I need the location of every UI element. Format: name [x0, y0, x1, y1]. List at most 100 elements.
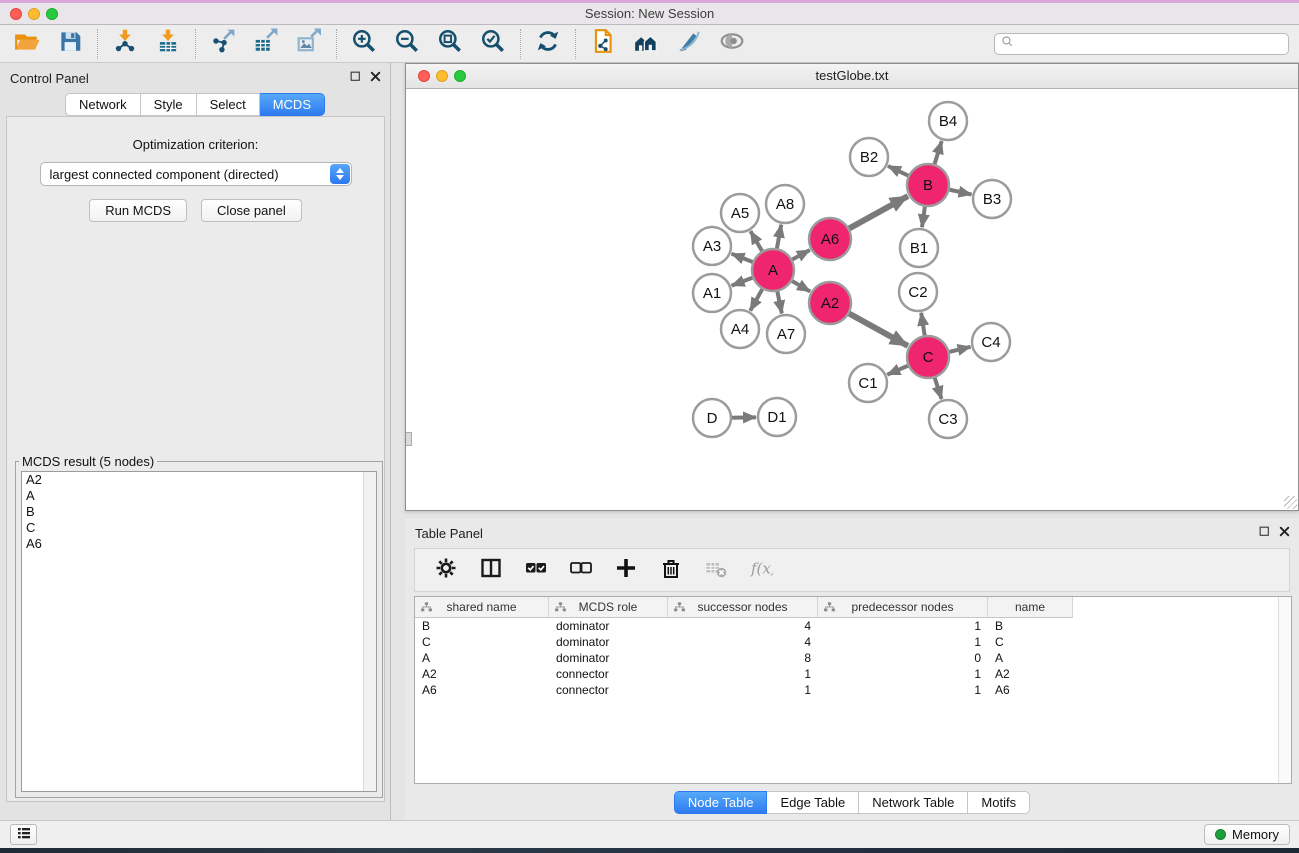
network-view-canvas[interactable]: B4B2BB3A5A8A6A3B1AA1C2A2A4A7C4CC1C3DD1	[406, 89, 1298, 510]
cell-MCDS-role[interactable]: dominator	[549, 619, 668, 633]
table-options-gear-button[interactable]	[433, 557, 459, 583]
graph-node-C1[interactable]: C1	[849, 364, 887, 402]
tab-network[interactable]: Network	[65, 93, 141, 116]
cell-predecessor-nodes[interactable]: 1	[818, 683, 988, 697]
unselect-all-columns-button[interactable]	[568, 557, 594, 583]
column-header-shared-name[interactable]: shared name	[415, 597, 549, 618]
graph-node-B4[interactable]: B4	[929, 102, 967, 140]
graph-node-A3[interactable]: A3	[693, 227, 731, 265]
task-history-button[interactable]	[10, 824, 37, 845]
column-header-predecessor-nodes[interactable]: predecessor nodes	[818, 597, 988, 618]
network-graph[interactable]: B4B2BB3A5A8A6A3B1AA1C2A2A4A7C4CC1C3DD1	[406, 89, 1298, 510]
graph-node-D[interactable]: D	[693, 399, 731, 437]
zoom-selected-button[interactable]	[479, 30, 507, 58]
cell-MCDS-role[interactable]: connector	[549, 683, 668, 697]
network-window[interactable]: testGlobe.txt B4B2BB3A5A8A6A3B1AA1C2A2A4…	[405, 63, 1299, 511]
graph-node-C[interactable]: C	[907, 336, 949, 378]
save-session-button[interactable]	[56, 30, 84, 58]
cell-successor-nodes[interactable]: 8	[668, 651, 818, 665]
cell-MCDS-role[interactable]: connector	[549, 667, 668, 681]
table-row[interactable]: Cdominator41C	[415, 634, 1277, 650]
cell-MCDS-role[interactable]: dominator	[549, 651, 668, 665]
cell-shared-name[interactable]: A	[415, 651, 549, 665]
cell-name[interactable]: A6	[988, 683, 1073, 697]
column-header-name[interactable]: name	[988, 597, 1073, 618]
hide-selected-button[interactable]	[675, 30, 703, 58]
export-image-button[interactable]	[295, 30, 323, 58]
mcds-result-item[interactable]: A	[22, 488, 376, 504]
select-all-columns-button[interactable]	[523, 557, 549, 583]
first-neighbors-button[interactable]	[632, 30, 660, 58]
window-edge-handle[interactable]	[406, 432, 412, 446]
import-network-button[interactable]	[111, 30, 139, 58]
table-row[interactable]: Bdominator41B	[415, 618, 1277, 634]
tab-mcds[interactable]: MCDS	[260, 93, 325, 116]
cell-shared-name[interactable]: A6	[415, 683, 549, 697]
close-table-panel-icon[interactable]	[1278, 525, 1291, 543]
cell-shared-name[interactable]: C	[415, 635, 549, 649]
cell-name[interactable]: A	[988, 651, 1073, 665]
mcds-result-item[interactable]: B	[22, 504, 376, 520]
run-mcds-button[interactable]: Run MCDS	[89, 199, 187, 222]
column-header-successor-nodes[interactable]: successor nodes	[668, 597, 818, 618]
show-all-eye-button[interactable]	[718, 30, 746, 58]
zoom-in-button[interactable]	[350, 30, 378, 58]
tab-style[interactable]: Style	[141, 93, 197, 116]
graph-node-C2[interactable]: C2	[899, 273, 937, 311]
import-table-button[interactable]	[154, 30, 182, 58]
cell-predecessor-nodes[interactable]: 1	[818, 635, 988, 649]
cell-predecessor-nodes[interactable]: 0	[818, 651, 988, 665]
list-scrollbar-track[interactable]	[363, 472, 376, 791]
table-row[interactable]: Adominator80A	[415, 650, 1277, 666]
graph-node-B2[interactable]: B2	[850, 138, 888, 176]
export-table-button[interactable]	[252, 30, 280, 58]
resize-grip-icon[interactable]	[1284, 496, 1297, 509]
cell-MCDS-role[interactable]: dominator	[549, 635, 668, 649]
mcds-result-item[interactable]: A6	[22, 536, 376, 552]
graph-node-D1[interactable]: D1	[758, 398, 796, 436]
new-network-from-selection-button[interactable]	[589, 30, 617, 58]
cell-successor-nodes[interactable]: 4	[668, 635, 818, 649]
graph-node-A8[interactable]: A8	[766, 185, 804, 223]
cell-name[interactable]: A2	[988, 667, 1073, 681]
graph-node-B3[interactable]: B3	[973, 180, 1011, 218]
cell-shared-name[interactable]: A2	[415, 667, 549, 681]
search-input[interactable]	[1018, 37, 1282, 51]
show-columns-button[interactable]	[478, 557, 504, 583]
open-session-button[interactable]	[13, 30, 41, 58]
criterion-select[interactable]: largest connected component (directed)	[40, 162, 352, 186]
zoom-fit-button[interactable]	[436, 30, 464, 58]
tab-select[interactable]: Select	[197, 93, 260, 116]
export-network-button[interactable]	[209, 30, 237, 58]
float-table-panel-icon[interactable]	[1258, 525, 1271, 543]
graph-node-C4[interactable]: C4	[972, 323, 1010, 361]
column-header-MCDS-role[interactable]: MCDS role	[549, 597, 668, 618]
cell-shared-name[interactable]: B	[415, 619, 549, 633]
table-row[interactable]: A2connector11A2	[415, 666, 1277, 682]
table-scrollbar-track[interactable]	[1278, 597, 1291, 783]
graph-node-A1[interactable]: A1	[693, 274, 731, 312]
graph-node-A7[interactable]: A7	[767, 315, 805, 353]
mcds-result-list[interactable]: A2ABCA6	[21, 471, 377, 792]
cell-name[interactable]: B	[988, 619, 1073, 633]
mcds-result-item[interactable]: C	[22, 520, 376, 536]
cell-successor-nodes[interactable]: 1	[668, 667, 818, 681]
graph-node-A2[interactable]: A2	[809, 282, 851, 324]
cell-successor-nodes[interactable]: 4	[668, 619, 818, 633]
close-panel-button[interactable]: Close panel	[201, 199, 302, 222]
search-box[interactable]	[994, 33, 1289, 55]
refresh-layout-button[interactable]	[534, 30, 562, 58]
float-panel-icon[interactable]	[349, 70, 362, 88]
cell-successor-nodes[interactable]: 1	[668, 683, 818, 697]
cell-name[interactable]: C	[988, 635, 1073, 649]
graph-node-C3[interactable]: C3	[929, 400, 967, 438]
cell-predecessor-nodes[interactable]: 1	[818, 667, 988, 681]
graph-node-B1[interactable]: B1	[900, 229, 938, 267]
tab-motifs[interactable]: Motifs	[968, 791, 1030, 814]
graph-node-A4[interactable]: A4	[721, 310, 759, 348]
cell-predecessor-nodes[interactable]: 1	[818, 619, 988, 633]
delete-columns-trash-button[interactable]	[658, 557, 684, 583]
graph-node-A5[interactable]: A5	[721, 194, 759, 232]
graph-node-A[interactable]: A	[752, 249, 794, 291]
network-window-titlebar[interactable]: testGlobe.txt	[406, 64, 1298, 89]
